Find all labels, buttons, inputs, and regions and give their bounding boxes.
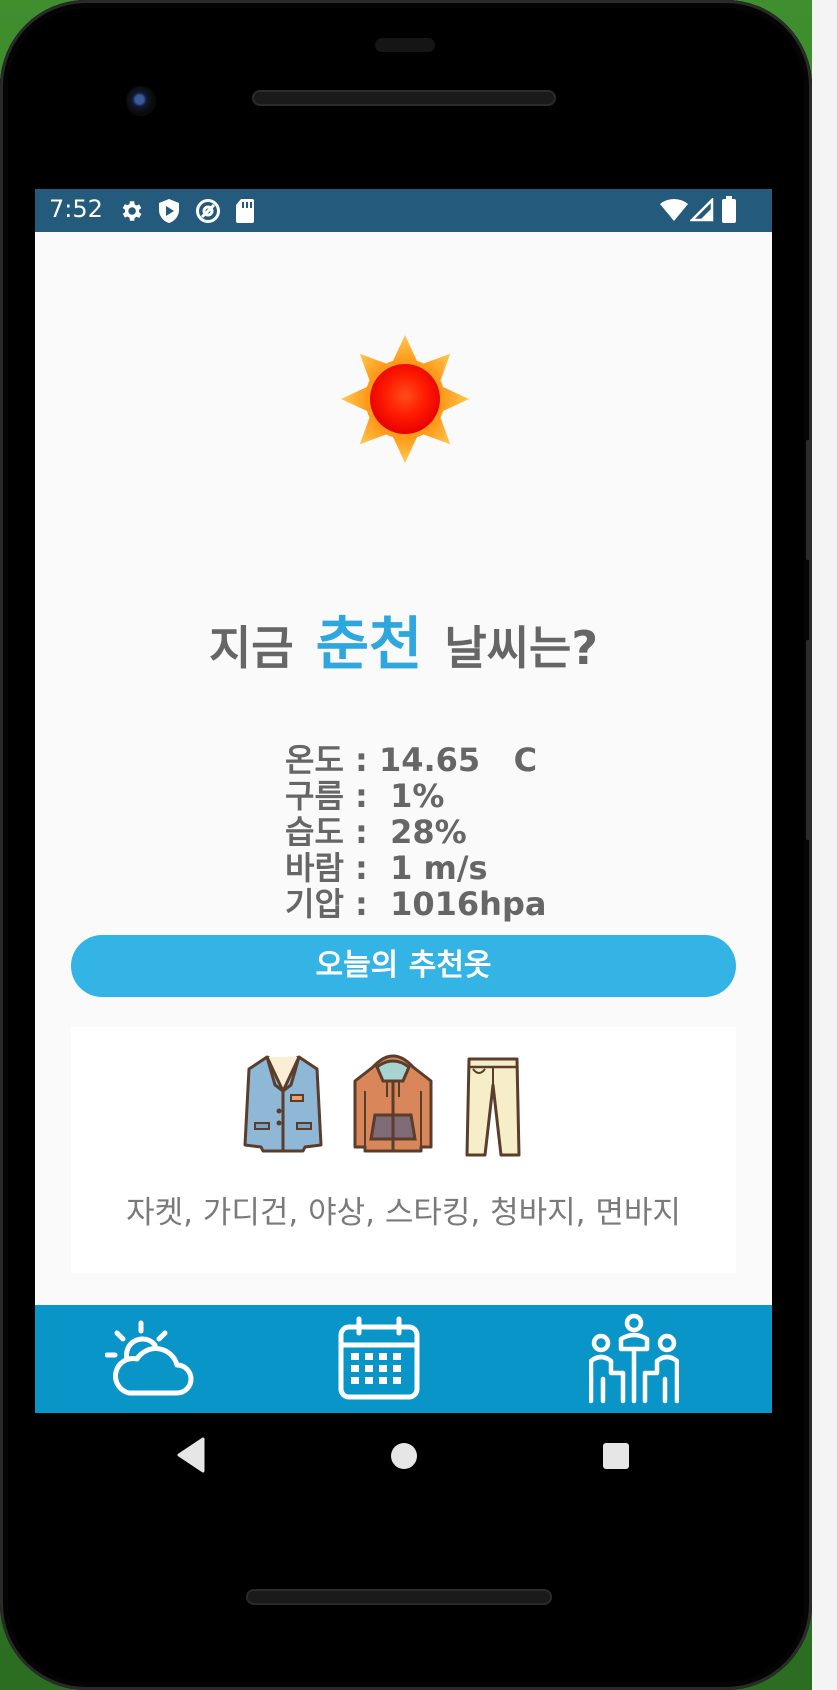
humidity-value: 28% (390, 813, 467, 851)
volume-button (806, 640, 812, 840)
people-meeting-icon (589, 1313, 679, 1404)
wifi-icon (660, 198, 688, 221)
clothes-caption: 자켓, 가디건, 야상, 스타킹, 청바지, 면바지 (126, 1195, 681, 1231)
hoodie-icon (353, 1054, 433, 1153)
cloud-row: 구름 : 1% (285, 777, 445, 815)
weather-cloud-sun-icon (105, 1320, 194, 1396)
gear-icon (122, 201, 142, 221)
system-navigation-bar (35, 1413, 772, 1503)
pressure-label: 기압 (285, 885, 344, 923)
background-strip (812, 0, 837, 1690)
temperature-label: 온도 (285, 741, 344, 779)
signal-icon (690, 198, 714, 222)
status-time: 7:52 (49, 195, 103, 223)
city-name: 춘천 (315, 610, 423, 678)
recents-icon[interactable] (602, 1442, 630, 1470)
nav-weather[interactable] (35, 1305, 280, 1413)
bottom-navigation (35, 1305, 772, 1413)
title-suffix: 날씨는? (444, 621, 599, 675)
front-camera (126, 86, 156, 116)
pants-icon (465, 1057, 521, 1157)
weather-details: 온도 : 14.65 C 구름 : 1% 습도 : 28% 바람 : 1 m/s… (285, 742, 546, 922)
home-icon[interactable] (389, 1441, 419, 1471)
app-screen: 7:52 지금 춘천 날씨는? 온도: 14.65 C 구름: 1% 습도 … (35, 189, 772, 1413)
at-sign-icon (196, 199, 220, 223)
nav-calendar[interactable] (281, 1305, 526, 1413)
humidity-label: 습도 (285, 813, 344, 851)
sun-icon (341, 335, 469, 463)
recommend-outfit-button[interactable]: 오늘의 추천옷 (71, 935, 736, 997)
pressure-value: 1016hpa (390, 885, 547, 923)
cloud-label: 구름 (285, 777, 344, 815)
cloud-value: 1% (390, 777, 445, 815)
shield-play-icon (159, 199, 179, 223)
wind-label: 바람 (285, 849, 344, 887)
back-icon[interactable] (175, 1437, 207, 1473)
phone-frame: 7:52 지금 춘천 날씨는? 온도: 14.65 C 구름: 1% 습도 … (0, 0, 812, 1690)
sd-card-icon (236, 199, 254, 223)
status-bar: 7:52 (35, 189, 772, 232)
earpiece-speaker (252, 90, 556, 106)
battery-icon (722, 196, 736, 223)
power-button (806, 440, 812, 560)
calendar-icon (338, 1316, 420, 1400)
nav-community[interactable] (527, 1305, 772, 1413)
temperature-row: 온도 : 14.65 C (285, 741, 538, 779)
temperature-value: 14.65 C (378, 741, 538, 779)
bottom-speaker (246, 1589, 552, 1605)
title-prefix: 지금 (208, 621, 294, 675)
page-title: 지금 춘천 날씨는? (35, 597, 772, 681)
jacket-icon (243, 1055, 323, 1153)
wind-value: 1 m/s (390, 849, 488, 887)
humidity-row: 습도 : 28% (285, 813, 467, 851)
clothes-recommendation-card: 자켓, 가디건, 야상, 스타킹, 청바지, 면바지 (71, 1027, 736, 1273)
pressure-row: 기압 : 1016hpa (285, 885, 547, 923)
top-sensor (375, 38, 435, 52)
wind-row: 바람 : 1 m/s (285, 849, 488, 887)
